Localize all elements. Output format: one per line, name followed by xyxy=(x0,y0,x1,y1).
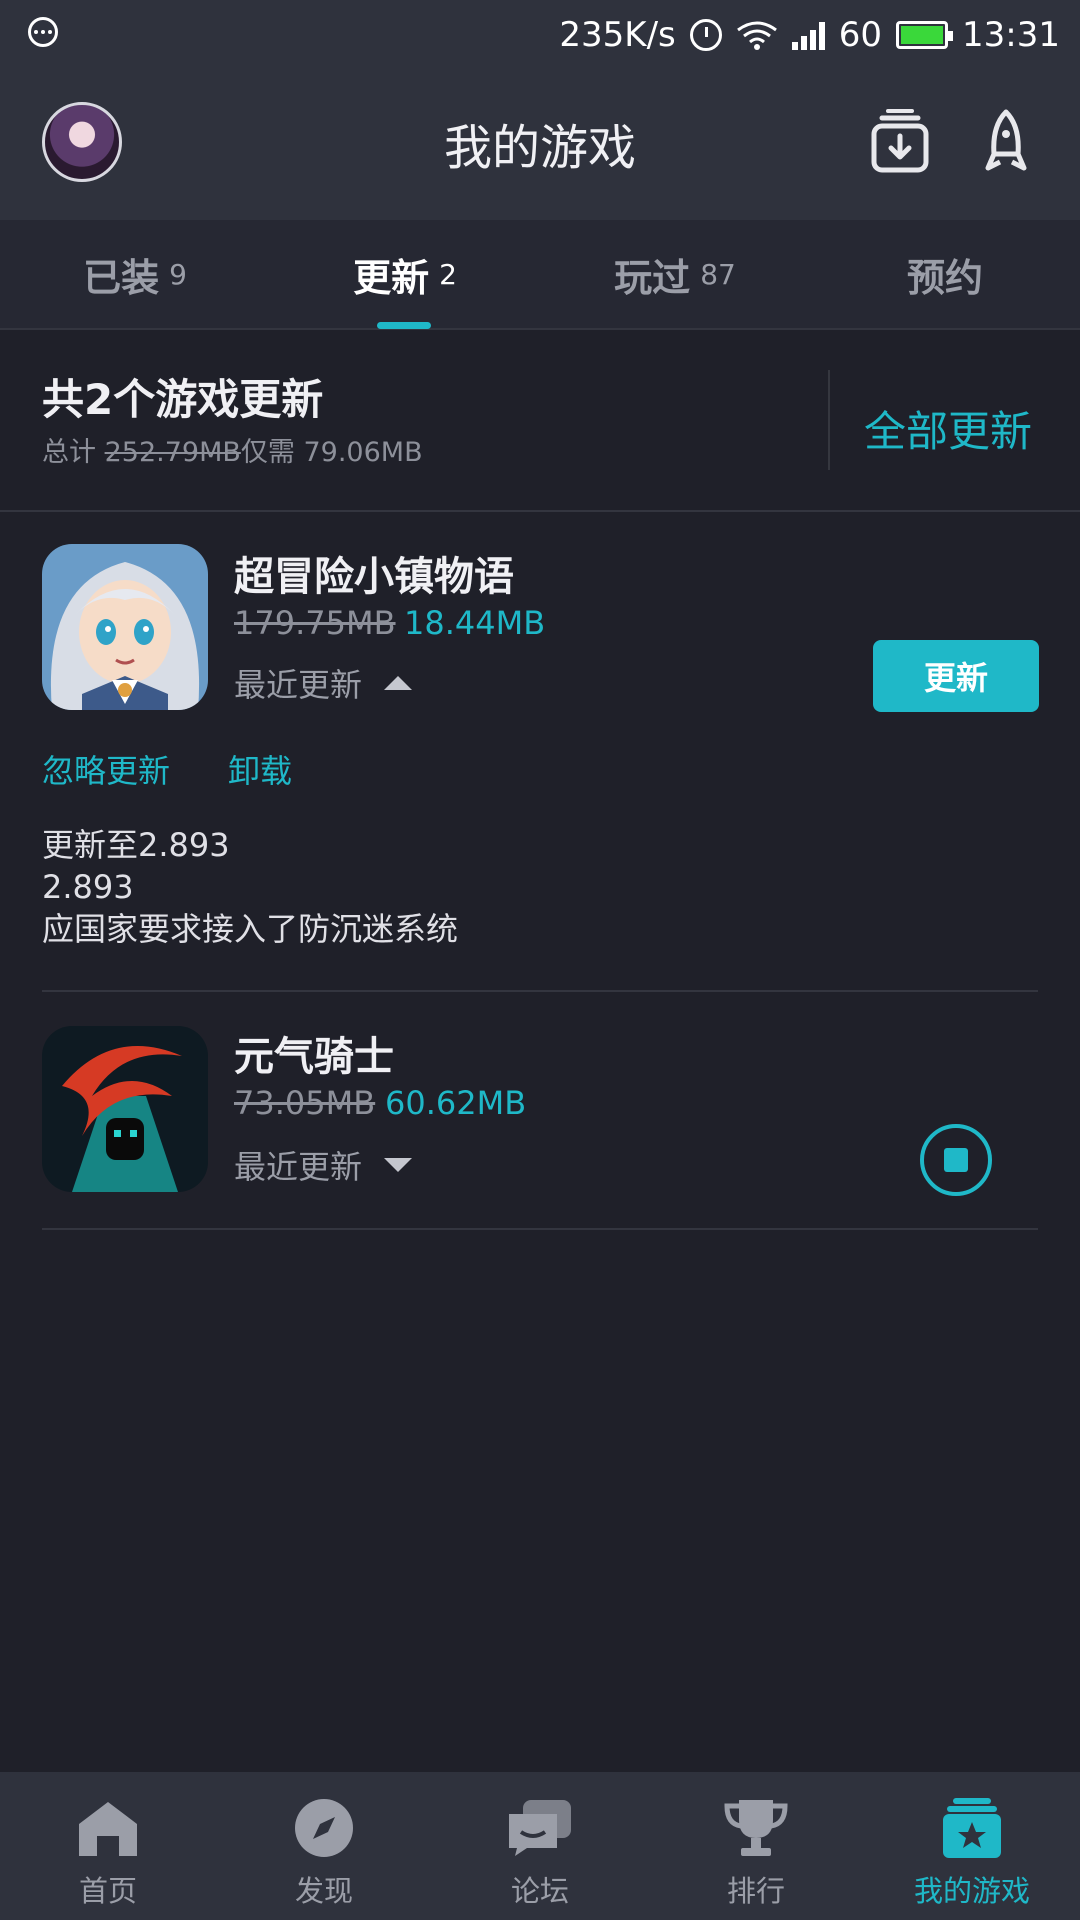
wifi-icon xyxy=(736,21,777,50)
tab-installed[interactable]: 已装 9 xyxy=(0,220,270,328)
only-need-label: 仅需 xyxy=(240,437,295,468)
tab-label: 玩过 xyxy=(614,255,691,300)
summary-sizes: 总计 252.79MB仅需 79.06MB xyxy=(42,430,423,469)
battery-level: 60 xyxy=(838,15,883,55)
download-manager-icon[interactable] xyxy=(870,108,930,174)
knight-icon xyxy=(42,1026,208,1192)
net-speed: 235K/s xyxy=(559,15,676,55)
game-item: 元气骑士 73.05MB 60.62MB 最近更新 xyxy=(0,992,1080,1230)
recent-update-toggle[interactable]: 最近更新 xyxy=(234,1142,413,1188)
tab-count: 87 xyxy=(700,257,736,291)
note-line: 更新至2.893 xyxy=(42,826,230,864)
signal-icon xyxy=(791,20,825,50)
active-tab-indicator xyxy=(377,322,431,329)
recent-update-label: 最近更新 xyxy=(234,666,363,704)
total-patch-size: 79.06MB xyxy=(303,437,423,468)
tab-reserved[interactable]: 预约 xyxy=(810,220,1080,328)
nav-forum[interactable]: 论坛 xyxy=(432,1772,648,1920)
game-name: 超冒险小镇物语 xyxy=(234,554,514,600)
nav-label: 论坛 xyxy=(510,1874,569,1908)
tab-label: 已装 xyxy=(83,255,160,300)
trophy-icon xyxy=(724,1800,788,1856)
nav-label: 发现 xyxy=(294,1874,353,1908)
divider xyxy=(42,1228,1038,1230)
tab-updates[interactable]: 更新 2 xyxy=(270,220,540,328)
nav-ranking[interactable]: 排行 xyxy=(648,1772,864,1920)
recent-update-label: 最近更新 xyxy=(234,1148,363,1186)
anime-girl-icon xyxy=(42,544,208,710)
tab-played[interactable]: 玩过 87 xyxy=(540,220,810,328)
game-icon[interactable] xyxy=(42,1026,208,1192)
nav-home[interactable]: 首页 xyxy=(0,1772,216,1920)
status-bar: 235K/s 60 13:31 xyxy=(0,0,1080,70)
nav-discover[interactable]: 发现 xyxy=(216,1772,432,1920)
update-all-button[interactable]: 全部更新 xyxy=(864,398,1032,459)
note-line: 2.893 xyxy=(42,868,134,906)
rocket-icon[interactable] xyxy=(984,108,1028,174)
original-size: 179.75MB xyxy=(234,604,396,642)
update-notes: 更新至2.893 2.893 应国家要求接入了防沉迷系统 xyxy=(42,824,458,950)
chevron-up-icon xyxy=(384,676,413,690)
tab-count: 2 xyxy=(439,257,457,291)
total-label: 总计 xyxy=(42,437,96,468)
ignore-update-link[interactable]: 忽略更新 xyxy=(42,746,170,792)
stop-icon xyxy=(944,1148,968,1172)
nav-label: 首页 xyxy=(78,1874,137,1908)
game-name: 元气骑士 xyxy=(234,1034,394,1080)
more-icon xyxy=(28,17,58,47)
divider xyxy=(828,370,830,470)
summary-title: 共2个游戏更新 xyxy=(42,375,324,424)
update-summary: 共2个游戏更新 总计 252.79MB仅需 79.06MB 全部更新 xyxy=(0,330,1080,512)
app-header: 我的游戏 xyxy=(0,70,1080,220)
update-size: 18.44MB xyxy=(404,604,546,642)
tab-label: 更新 xyxy=(353,255,430,300)
nav-my-games[interactable]: 我的游戏 xyxy=(864,1772,1080,1920)
forum-icon xyxy=(509,1800,571,1856)
recent-update-toggle[interactable]: 最近更新 xyxy=(234,660,413,706)
stop-download-button[interactable] xyxy=(920,1124,992,1196)
tab-label: 预约 xyxy=(906,255,983,300)
tab-count: 9 xyxy=(169,257,187,291)
update-size: 60.62MB xyxy=(385,1084,527,1122)
update-button[interactable]: 更新 xyxy=(873,640,1039,712)
status-indicators: 235K/s 60 13:31 xyxy=(559,0,1060,70)
note-line: 应国家要求接入了防沉迷系统 xyxy=(42,910,459,948)
battery-icon xyxy=(896,21,954,49)
my-games-icon xyxy=(943,1798,1001,1858)
home-icon xyxy=(79,1802,137,1856)
tab-bar: 已装 9 更新 2 玩过 87 预约 xyxy=(0,220,1080,330)
nav-label: 排行 xyxy=(726,1874,785,1908)
compass-icon xyxy=(295,1799,353,1857)
chevron-down-icon xyxy=(384,1158,413,1172)
original-size: 73.05MB xyxy=(234,1084,376,1122)
game-item: 超冒险小镇物语 179.75MB 18.44MB 最近更新 更新 忽略更新 卸载… xyxy=(0,512,1080,992)
alarm-icon xyxy=(689,19,722,51)
game-icon[interactable] xyxy=(42,544,208,710)
nav-label: 我的游戏 xyxy=(913,1874,1030,1908)
uninstall-link[interactable]: 卸载 xyxy=(228,746,292,792)
clock-time: 13:31 xyxy=(962,15,1060,55)
bottom-nav: 首页 发现 论坛 排行 我的游戏 xyxy=(0,1772,1080,1920)
total-original-size: 252.79MB xyxy=(104,437,241,468)
